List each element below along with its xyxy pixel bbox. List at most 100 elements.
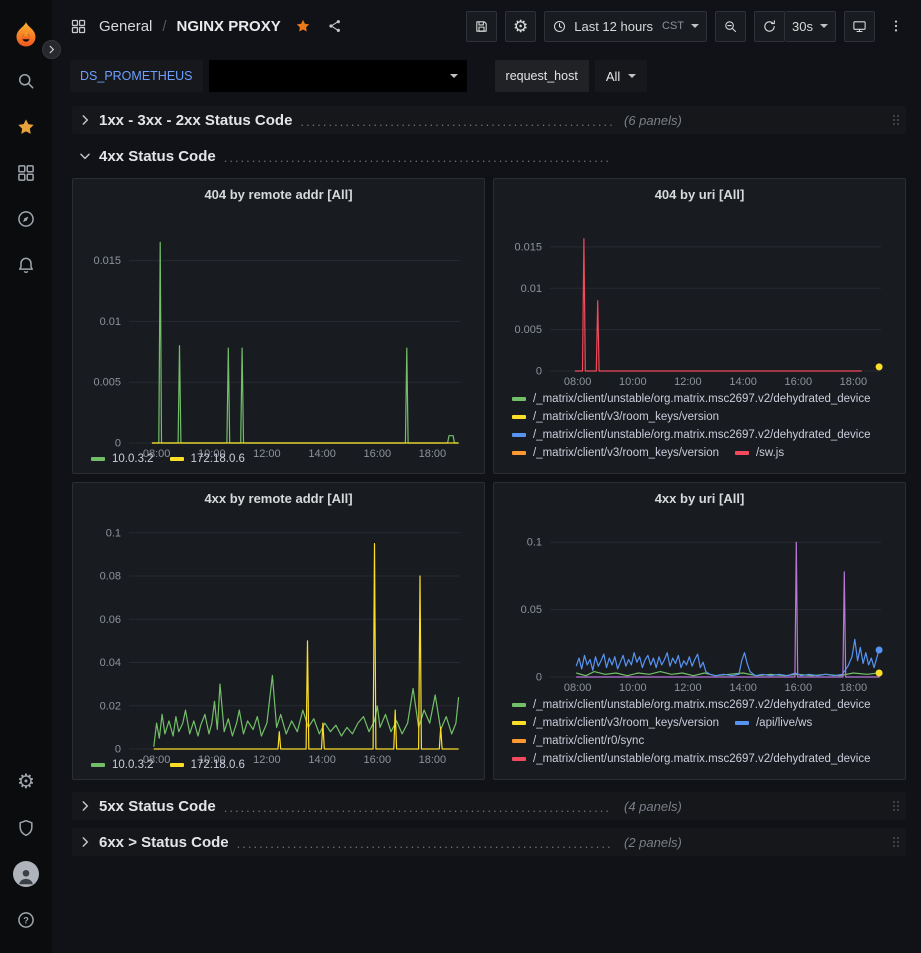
sidebar-item-help[interactable]: ?	[0, 897, 52, 943]
dashboard-settings-button[interactable]: ⚙	[505, 11, 536, 42]
legend-swatch	[735, 451, 749, 455]
share-dashboard-button[interactable]	[327, 18, 343, 34]
refresh-icon	[762, 19, 777, 34]
sidebar-item-starred[interactable]	[0, 104, 52, 150]
svg-text:0.015: 0.015	[93, 255, 121, 267]
legend-item[interactable]: /api/live/ws	[735, 717, 812, 729]
svg-text:0.005: 0.005	[514, 324, 542, 336]
main-area: General / NGINX PROXY ⚙ Last 12 hours	[52, 0, 921, 953]
legend-item[interactable]: /_matrix/client/unstable/org.matrix.msc2…	[512, 393, 871, 405]
panel-body: 00.050.108:0010:0012:0014:0016:0018:00 /…	[494, 513, 905, 779]
svg-text:0: 0	[115, 438, 121, 450]
save-dashboard-button[interactable]	[466, 11, 497, 42]
sidebar-item-alerting[interactable]	[0, 242, 52, 288]
tv-mode-button[interactable]	[844, 11, 875, 42]
legend-item[interactable]: 172.18.0.6	[170, 759, 245, 771]
sidebar-item-dashboards[interactable]	[0, 150, 52, 196]
request-host-value[interactable]: All	[595, 60, 647, 92]
star-filled-icon	[295, 18, 311, 34]
breadcrumb-separator: /	[162, 18, 166, 35]
row-panel-count: (6 panels)	[624, 113, 682, 128]
legend-item[interactable]: /_matrix/client/v3/room_keys/version	[512, 717, 719, 729]
svg-text:08:00: 08:00	[564, 376, 592, 388]
row-1xx-3xx-2xx-status-code[interactable]: 1xx - 3xx - 2xx Status Code (6 panels)	[72, 106, 906, 134]
chevron-right-icon	[46, 44, 57, 55]
sidebar-item-configuration[interactable]: ⚙	[0, 759, 52, 805]
chevron-down-icon	[78, 149, 92, 163]
legend-label: /_matrix/client/v3/room_keys/version	[533, 411, 719, 423]
legend-item[interactable]: /sw.js	[735, 447, 784, 459]
refresh-button[interactable]	[754, 11, 785, 42]
breadcrumb-section[interactable]: General	[99, 18, 152, 35]
dashboard-title[interactable]: NGINX PROXY	[177, 18, 281, 35]
row-drag-handle[interactable]	[888, 833, 906, 851]
legend-item[interactable]: 10.0.3.2	[91, 759, 154, 771]
legend-item[interactable]: /_matrix/client/v3/room_keys/version	[512, 411, 719, 423]
row-6xx-status-code[interactable]: 6xx > Status Code (2 panels)	[72, 828, 906, 856]
chevron-down-icon	[450, 74, 458, 78]
panel-4xx-by-uri: 4xx by uri [All] 00.050.108:0010:0012:00…	[493, 482, 906, 780]
legend-item[interactable]: /_matrix/client/unstable/org.matrix.msc2…	[512, 429, 871, 441]
legend-label: /_matrix/client/unstable/org.matrix.msc2…	[533, 699, 871, 711]
refresh-interval-label: 30s	[792, 19, 813, 34]
panel-4xx-by-remote-addr: 4xx by remote addr [All] 00.020.040.060.…	[72, 482, 485, 780]
star-dashboard-button[interactable]	[295, 18, 311, 34]
row-dots	[224, 150, 612, 165]
sidebar-expand-button[interactable]	[42, 40, 61, 59]
sidebar-item-search[interactable]	[0, 58, 52, 104]
chevron-down-icon	[628, 74, 636, 78]
row-title: 1xx - 3xx - 2xx Status Code	[99, 112, 292, 129]
chevron-right-icon	[78, 835, 92, 849]
datasource-variable-label[interactable]: DS_PROMETHEUS	[70, 60, 203, 92]
row-drag-handle[interactable]	[888, 111, 906, 129]
panel-title[interactable]: 404 by remote addr [All]	[73, 179, 484, 209]
refresh-controls: 30s	[754, 11, 836, 42]
legend-swatch	[512, 433, 526, 437]
row-header-left: 6xx > Status Code	[72, 834, 612, 851]
refresh-interval-picker[interactable]: 30s	[785, 11, 836, 42]
monitor-icon	[852, 19, 867, 34]
row-header-left: 1xx - 3xx - 2xx Status Code	[72, 112, 612, 129]
legend-item[interactable]: /_matrix/client/unstable/org.matrix.msc2…	[512, 753, 871, 765]
svg-text:0: 0	[536, 366, 542, 378]
zoom-out-icon	[723, 19, 738, 34]
grafana-flame-icon	[11, 20, 41, 50]
legend-item[interactable]: /_matrix/client/unstable/org.matrix.msc2…	[512, 699, 871, 711]
panel-title[interactable]: 404 by uri [All]	[494, 179, 905, 209]
legend-item[interactable]: /_matrix/client/r0/sync	[512, 735, 644, 747]
row-drag-handle[interactable]	[888, 797, 906, 815]
row-4xx-status-code[interactable]: 4xx Status Code	[72, 142, 906, 170]
apps-grid-icon	[70, 18, 87, 35]
legend-label: /_matrix/client/unstable/org.matrix.msc2…	[533, 393, 871, 405]
sidebar-item-explore[interactable]	[0, 196, 52, 242]
row-5xx-status-code[interactable]: 5xx Status Code (4 panels)	[72, 792, 906, 820]
datasource-variable-value[interactable]	[209, 60, 467, 92]
legend-label: /_matrix/client/r0/sync	[533, 735, 644, 747]
request-host-label[interactable]: request_host	[495, 60, 589, 92]
chart-legend: 10.0.3.2 172.18.0.6	[83, 449, 474, 469]
legend-item[interactable]: 172.18.0.6	[170, 453, 245, 465]
legend-label: /_matrix/client/unstable/org.matrix.msc2…	[533, 429, 871, 441]
legend-item[interactable]: 10.0.3.2	[91, 453, 154, 465]
more-options-button[interactable]	[883, 11, 909, 42]
row-dots	[300, 114, 612, 129]
legend-label: /_matrix/client/v3/room_keys/version	[533, 447, 719, 459]
legend-item[interactable]: /_matrix/client/v3/room_keys/version	[512, 447, 719, 459]
time-range-picker[interactable]: Last 12 hours CST	[544, 11, 707, 42]
svg-text:14:00: 14:00	[729, 682, 757, 694]
gear-icon: ⚙	[17, 772, 35, 792]
row-dots	[237, 836, 612, 851]
legend-swatch	[512, 739, 526, 743]
panel-body: 00.020.040.060.080.108:0010:0012:0014:00…	[73, 513, 484, 779]
panel-body: 00.0050.010.01508:0010:0012:0014:0016:00…	[494, 209, 905, 473]
sidebar-item-profile[interactable]	[0, 851, 52, 897]
svg-text:0.08: 0.08	[100, 571, 121, 583]
legend-swatch	[170, 763, 184, 767]
panel-title[interactable]: 4xx by remote addr [All]	[73, 483, 484, 513]
panel-title[interactable]: 4xx by uri [All]	[494, 483, 905, 513]
legend-label: 10.0.3.2	[112, 759, 154, 771]
clock-icon	[552, 19, 567, 34]
zoom-out-button[interactable]	[715, 11, 746, 42]
chevron-down-icon	[691, 24, 699, 28]
sidebar-item-server-admin[interactable]	[0, 805, 52, 851]
